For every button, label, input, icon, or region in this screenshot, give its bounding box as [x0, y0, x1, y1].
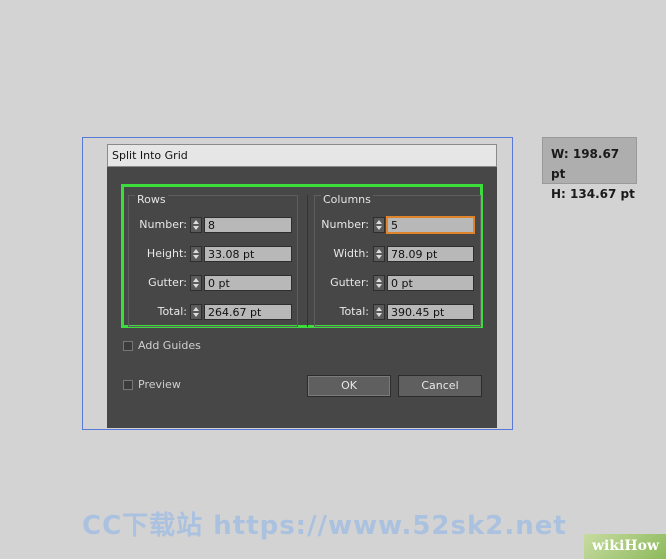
group-divider: [307, 195, 308, 327]
width-readout: W: 198.67 pt: [551, 147, 620, 181]
rows-height-stepper[interactable]: [190, 246, 202, 262]
columns-number-input[interactable]: [387, 217, 474, 233]
stepper-down-icon: [193, 284, 199, 288]
rows-gutter-stepper[interactable]: [190, 275, 202, 291]
columns-width-label: Width:: [333, 247, 369, 260]
columns-total-label: Total:: [339, 305, 369, 318]
stepper-up-icon: [193, 220, 199, 224]
rows-number-label: Number:: [139, 218, 187, 231]
preview-checkbox[interactable]: [123, 380, 133, 390]
stepper-down-icon: [376, 313, 382, 317]
columns-gutter-stepper[interactable]: [373, 275, 385, 291]
columns-width-stepper[interactable]: [373, 246, 385, 262]
stepper-up-icon: [376, 307, 382, 311]
height-readout: H: 134.67 pt: [551, 187, 635, 201]
rows-gutter-label: Gutter:: [148, 276, 187, 289]
columns-gutter-input[interactable]: [387, 275, 474, 291]
stepper-down-icon: [193, 313, 199, 317]
columns-total-stepper[interactable]: [373, 304, 385, 320]
ok-button[interactable]: OK: [307, 375, 391, 397]
logo-how: How: [624, 538, 660, 554]
logo-wiki: wiki: [592, 538, 625, 554]
stepper-up-icon: [376, 278, 382, 282]
rows-number-stepper[interactable]: [190, 217, 202, 233]
rows-group: Rows Number: Height: Gutter: Total:: [128, 193, 298, 327]
columns-number-label: Number:: [321, 218, 369, 231]
columns-gutter-label: Gutter:: [330, 276, 369, 289]
rows-total-label: Total:: [157, 305, 187, 318]
stepper-down-icon: [193, 226, 199, 230]
wikihow-logo: wikiHow: [584, 534, 666, 559]
rows-height-input[interactable]: [204, 246, 292, 262]
rows-gutter-input[interactable]: [204, 275, 292, 291]
columns-width-input[interactable]: [387, 246, 474, 262]
stepper-down-icon: [376, 226, 382, 230]
columns-total-input[interactable]: [387, 304, 474, 320]
stepper-down-icon: [376, 255, 382, 259]
dialog-title: Split Into Grid: [112, 149, 188, 162]
stepper-up-icon: [193, 307, 199, 311]
rows-height-label: Height:: [146, 247, 187, 260]
columns-group: Columns Number: Width: Gutter: Total:: [314, 193, 481, 327]
preview-label: Preview: [138, 378, 181, 391]
dialog-titlebar[interactable]: Split Into Grid: [107, 144, 497, 167]
cancel-button[interactable]: Cancel: [398, 375, 482, 397]
dimensions-tooltip: W: 198.67 pt H: 134.67 pt: [542, 137, 637, 201]
add-guides-label: Add Guides: [138, 339, 201, 352]
stepper-up-icon: [193, 249, 199, 253]
stepper-up-icon: [376, 249, 382, 253]
stepper-up-icon: [376, 220, 382, 224]
rows-total-stepper[interactable]: [190, 304, 202, 320]
stepper-down-icon: [193, 255, 199, 259]
stepper-down-icon: [376, 284, 382, 288]
rows-total-input[interactable]: [204, 304, 292, 320]
stepper-up-icon: [193, 278, 199, 282]
columns-heading: Columns: [321, 193, 373, 207]
highlight-box: Rows Number: Height: Gutter: Total: Colu…: [121, 184, 483, 328]
site-watermark: CC下载站 https://www.52sk2.net: [82, 511, 567, 541]
add-guides-checkbox[interactable]: [123, 341, 133, 351]
columns-number-stepper[interactable]: [373, 217, 385, 233]
split-into-grid-dialog: Split Into Grid Rows Number: Height: Gut…: [107, 144, 497, 428]
rows-number-input[interactable]: [204, 217, 292, 233]
rows-heading: Rows: [135, 193, 168, 207]
